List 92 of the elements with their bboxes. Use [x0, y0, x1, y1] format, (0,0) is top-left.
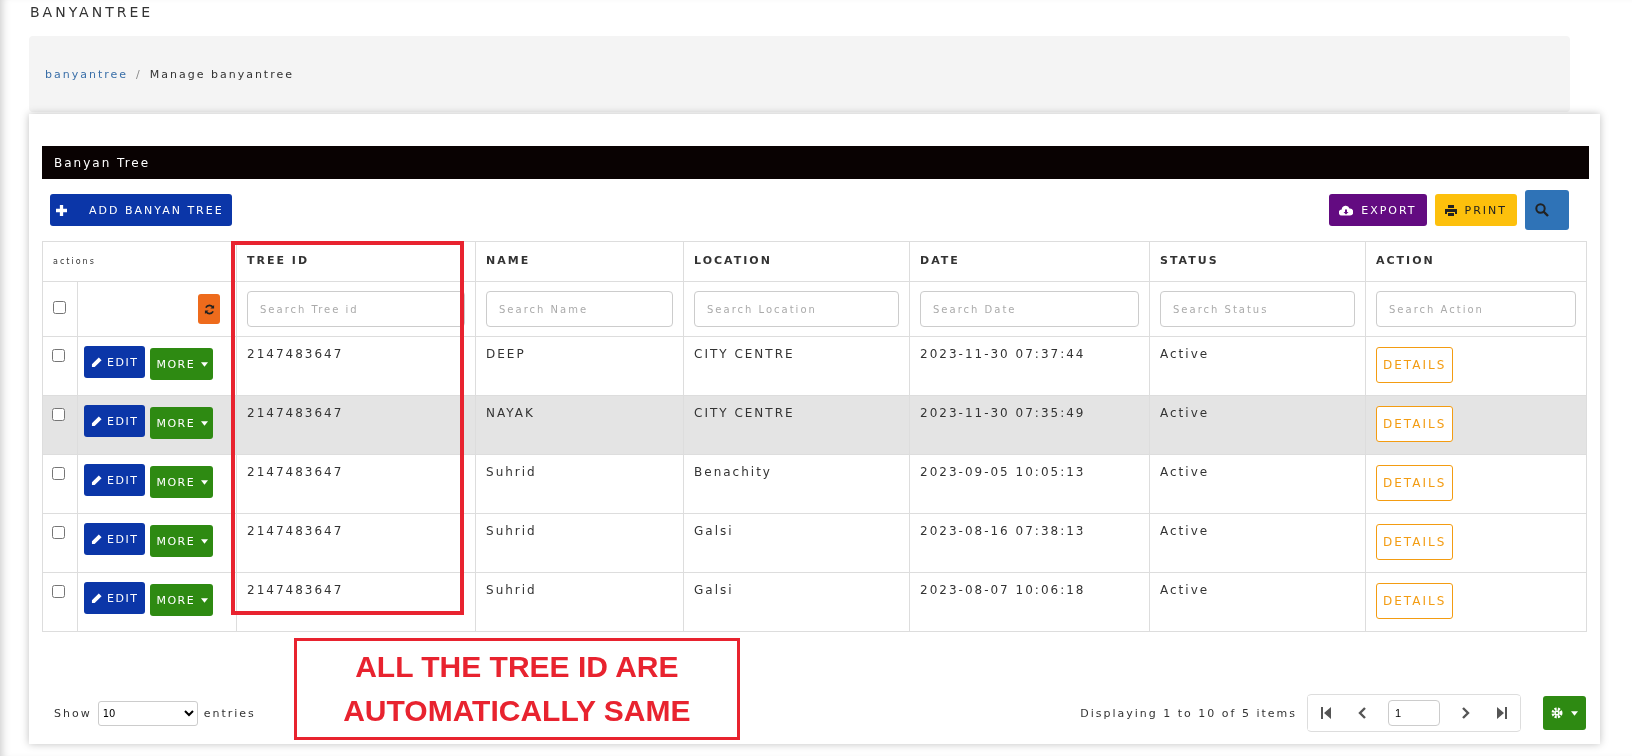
table-cell: Active [1160, 583, 1210, 597]
edit-button[interactable]: EDIT [84, 346, 146, 378]
printer-icon [1444, 204, 1457, 216]
table-cell: 2023-11-30 07:35:49 [920, 406, 1086, 420]
table-cell: NAYAK [486, 406, 535, 420]
export-button[interactable]: EXPORT [1329, 194, 1427, 226]
more-button[interactable]: MORE [150, 584, 214, 616]
print-button[interactable]: PRINT [1434, 194, 1517, 226]
cloud-download-icon [1339, 204, 1354, 216]
table-cell: 2023-09-05 10:05:13 [920, 465, 1086, 479]
search-field[interactable]: Search Status [1160, 291, 1355, 327]
caret-icon [1571, 710, 1578, 716]
settings-icon [1551, 707, 1563, 719]
search-field[interactable]: Search Tree id [247, 291, 465, 327]
row-checkbox[interactable] [52, 467, 65, 480]
table-cell: 2147483647 [247, 465, 344, 479]
caret-icon [201, 420, 209, 426]
table-cell: 2023-08-16 07:38:13 [920, 524, 1086, 538]
row-checkbox[interactable] [52, 349, 65, 362]
search-icon [1535, 203, 1549, 217]
more-button[interactable]: MORE [150, 525, 214, 557]
pencil-icon [91, 533, 102, 545]
page-number-field[interactable]: 1 [1388, 700, 1440, 726]
more-button[interactable]: MORE [150, 348, 214, 380]
column-header: DATE [920, 254, 960, 267]
caret-icon [201, 538, 209, 544]
add-button[interactable]: ADD BANYAN TREE [50, 194, 232, 226]
table-cell: 2147483647 [247, 347, 344, 361]
caret-icon [201, 597, 209, 603]
search-button[interactable] [1525, 190, 1569, 230]
breadcrumb-link[interactable]: banyantree [45, 67, 129, 81]
table-cell: Suhrid [486, 465, 537, 479]
table-cell: Suhrid [486, 524, 537, 538]
table-cell: Galsi [694, 524, 734, 538]
table-cell: 2023-08-07 10:06:18 [920, 583, 1086, 597]
table-cell: 2147483647 [247, 406, 344, 420]
column-header: ACTION [1376, 254, 1435, 267]
table-cell: DEEP [486, 347, 526, 361]
breadcrumb-current: Manage banyantree [149, 67, 294, 81]
table-cell: CITY CENTRE [694, 406, 795, 420]
panel-title: Banyan Tree [42, 146, 1589, 179]
table-cell: Active [1160, 524, 1210, 538]
table-cell: CITY CENTRE [694, 347, 795, 361]
page-title: BANYANTREE [29, 3, 155, 22]
column-header: TREE ID [247, 254, 310, 267]
entries-label: entries [203, 707, 256, 720]
refresh-button[interactable] [198, 294, 220, 324]
edit-button[interactable]: EDIT [84, 464, 146, 496]
table-cell: Active [1160, 465, 1210, 479]
table-cell: Benachity [694, 465, 772, 479]
caret-icon [201, 361, 209, 367]
pencil-icon [91, 356, 102, 368]
first-page-icon [1321, 707, 1331, 719]
edit-button[interactable]: EDIT [84, 405, 146, 437]
pencil-icon [91, 415, 102, 427]
select-all-checkbox[interactable] [53, 301, 66, 314]
search-field[interactable]: Search Location [694, 291, 899, 327]
table-cell: Galsi [694, 583, 734, 597]
refresh-icon [203, 303, 215, 315]
table-cell: Active [1160, 406, 1210, 420]
search-field[interactable]: Search Action [1376, 291, 1576, 327]
settings-button[interactable] [1543, 696, 1586, 730]
search-field[interactable]: Search Name [486, 291, 673, 327]
last-page-icon [1497, 707, 1507, 719]
row-checkbox[interactable] [52, 585, 65, 598]
column-header: actions [53, 257, 96, 266]
edit-button[interactable]: EDIT [84, 523, 146, 555]
pencil-icon [91, 592, 102, 604]
plus-icon [56, 204, 67, 216]
table-cell: 2147483647 [247, 524, 344, 538]
chevron-right-icon [1462, 707, 1470, 719]
more-button[interactable]: MORE [150, 466, 214, 498]
table-cell: 2023-11-30 07:37:44 [920, 347, 1086, 361]
pencil-icon [91, 474, 102, 486]
column-header: NAME [486, 254, 531, 267]
row-checkbox[interactable] [52, 408, 65, 421]
table-cell: Active [1160, 347, 1210, 361]
column-header: LOCATION [694, 254, 772, 267]
annotation-callout: ALL THE TREE ID ARE AUTOMATICALLY SAME [293, 638, 740, 740]
chevron-left-icon [1358, 707, 1366, 719]
caret-icon [201, 479, 209, 485]
page-size-select[interactable]: 10 [97, 701, 198, 726]
row-checkbox[interactable] [52, 526, 65, 539]
pagination-summary: Displaying 1 to 10 of 5 items [1080, 706, 1297, 720]
edit-button[interactable]: EDIT [84, 582, 146, 614]
column-header: STATUS [1160, 254, 1219, 267]
table-cell: 2147483647 [247, 583, 344, 597]
search-field[interactable]: Search Date [920, 291, 1139, 327]
more-button[interactable]: MORE [150, 407, 214, 439]
breadcrumb-separator: / [136, 67, 142, 81]
table-cell: Suhrid [486, 583, 537, 597]
show-label: Show [54, 707, 92, 720]
